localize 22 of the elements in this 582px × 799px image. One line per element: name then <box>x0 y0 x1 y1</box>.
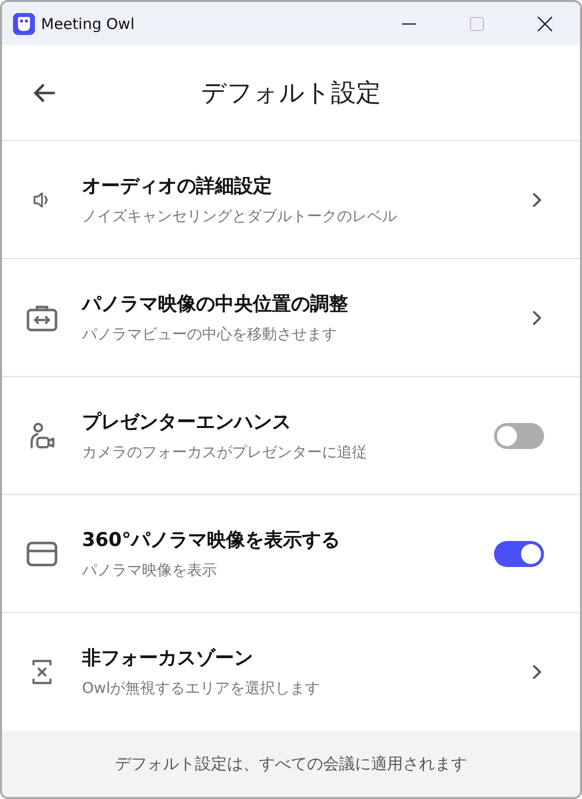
chevron-right-icon[interactable] <box>532 310 542 326</box>
close-icon[interactable] <box>537 16 553 32</box>
setting-title: 360°パノラマ映像を表示する <box>82 528 340 553</box>
footer-note: デフォルト設定は、すべての会議に適用されます <box>115 754 467 774</box>
setting-title: オーディオの詳細設定 <box>82 174 272 199</box>
setting-description: Owlが無視するエリアを選択します <box>82 679 320 698</box>
setting-title: パノラマ映像の中央位置の調整 <box>82 292 348 317</box>
setting-description: ノイズキャンセリングとダブルトークのレベル <box>82 207 397 226</box>
setting-description: パノラマ映像を表示 <box>82 561 217 580</box>
setting-description: カメラのフォーカスがプレゼンターに追従 <box>82 443 367 462</box>
panorama-frame-icon <box>26 540 58 566</box>
setting-title: 非フォーカスゾーン <box>82 646 253 671</box>
setting-title: プレゼンターエンハンス <box>82 410 291 435</box>
owl-logo-icon <box>13 12 35 34</box>
toggle-switch[interactable] <box>494 422 544 448</box>
chevron-right-icon[interactable] <box>532 192 542 208</box>
pan-center-icon <box>26 304 58 332</box>
chevron-right-icon[interactable] <box>532 664 542 680</box>
toggle-switch[interactable] <box>494 540 544 566</box>
setting-description: パノラマビューの中心を移動させます <box>82 325 337 344</box>
window-title: Meeting Owl <box>41 14 134 32</box>
page-title: デフォルト設定 <box>201 77 381 109</box>
